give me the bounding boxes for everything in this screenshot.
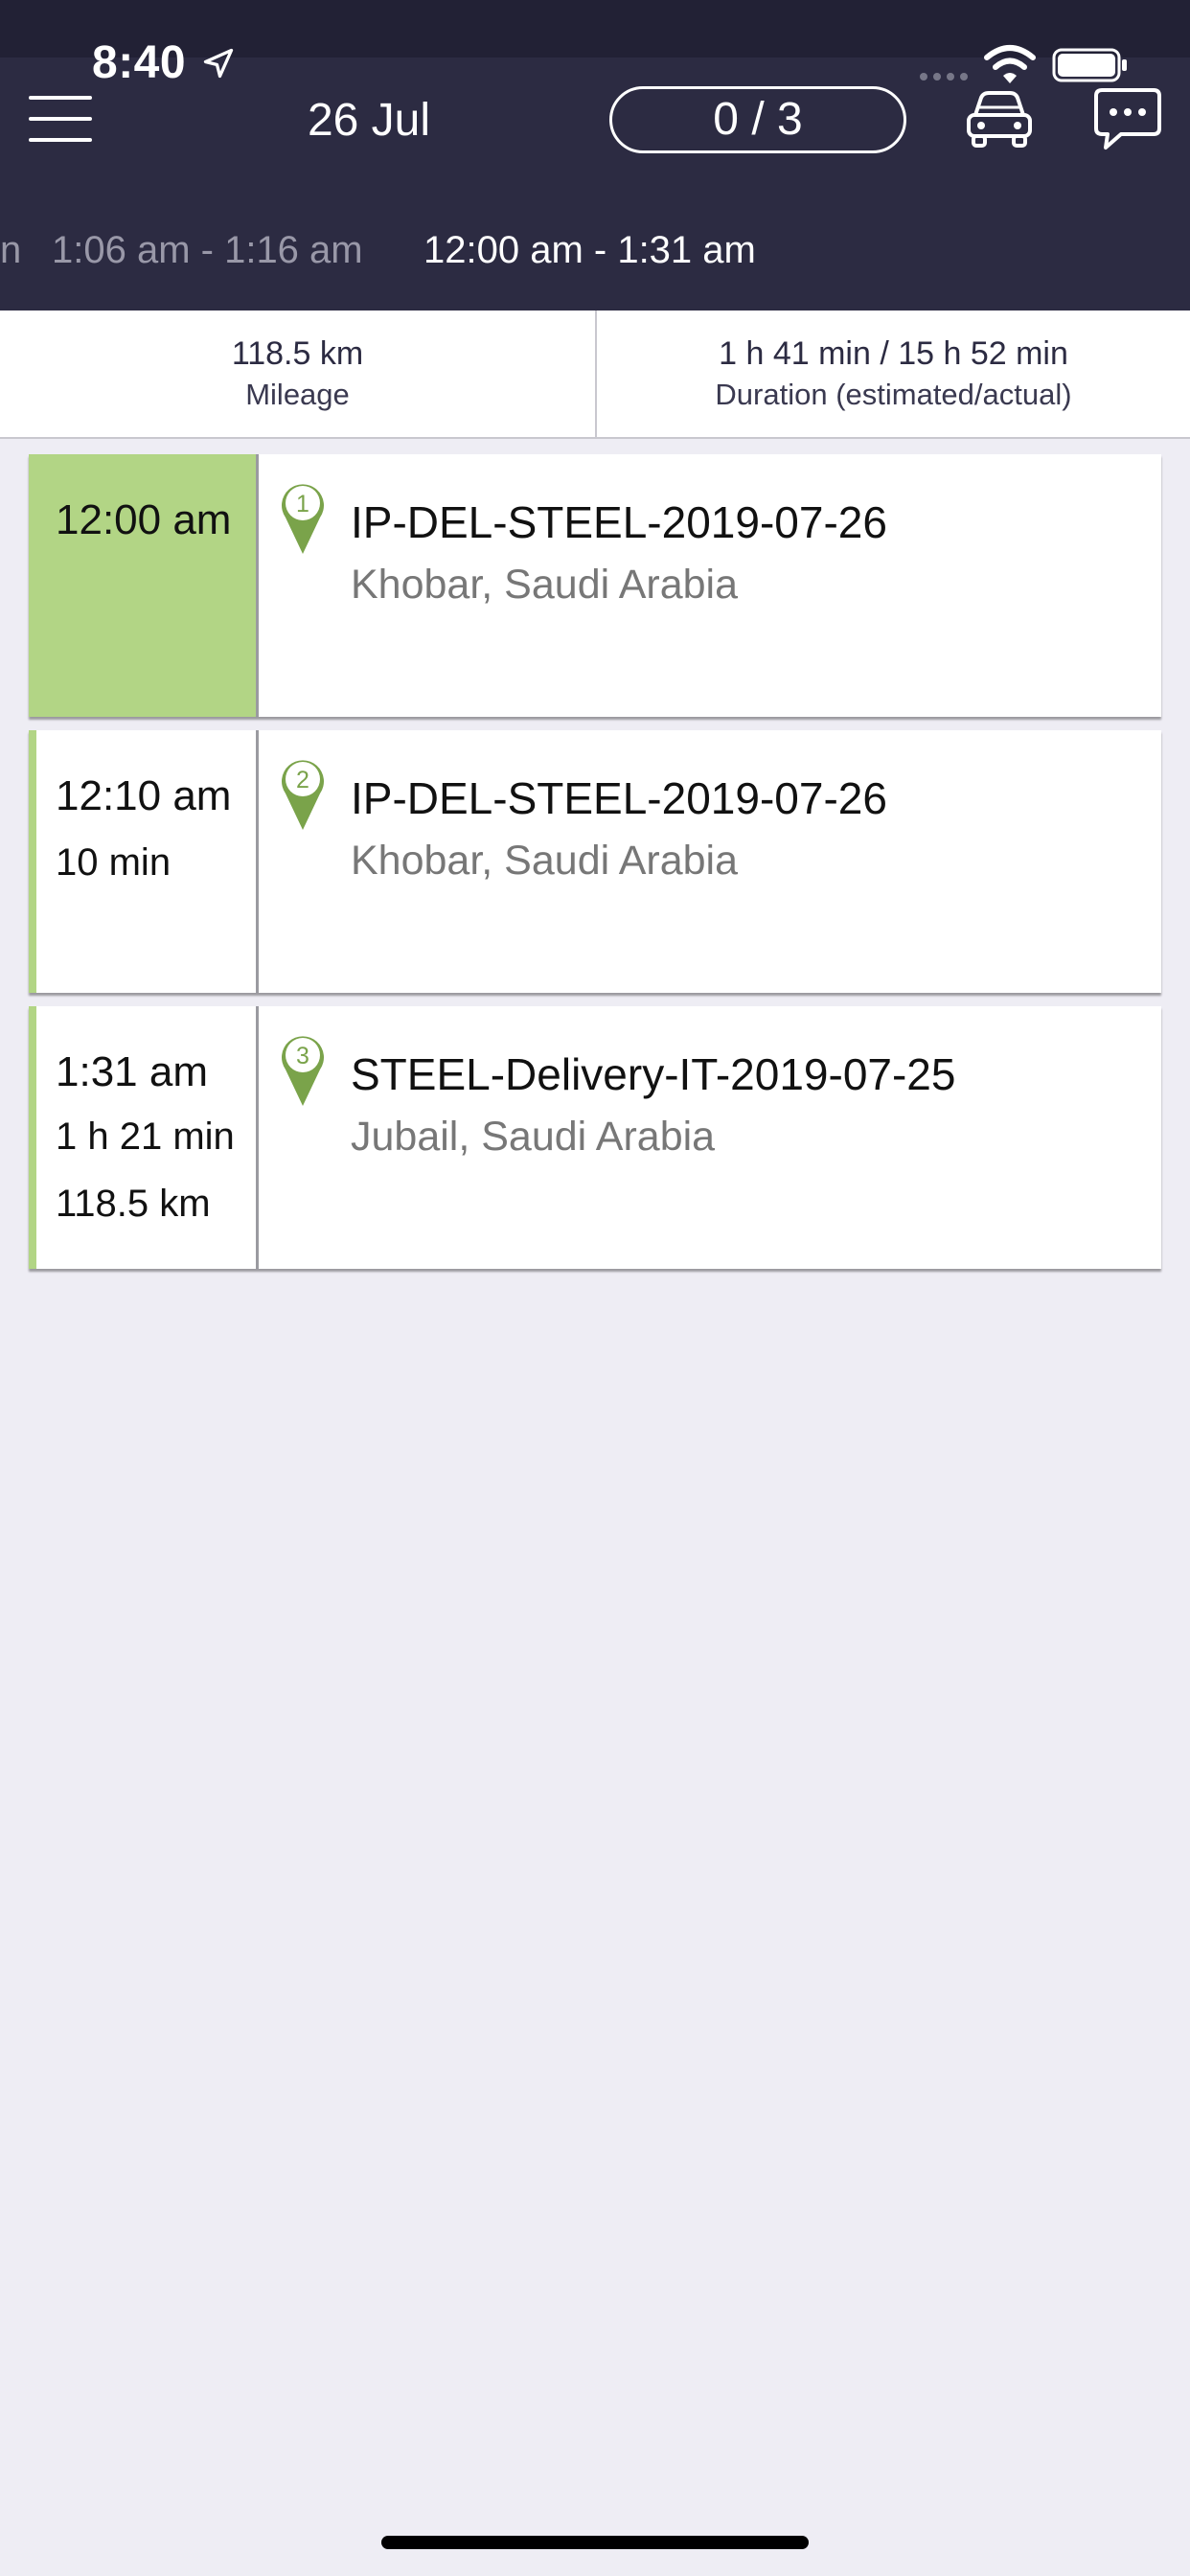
stop-address: Khobar, Saudi Arabia bbox=[351, 562, 739, 608]
stop-address: Jubail, Saudi Arabia bbox=[351, 1114, 716, 1160]
stop-time-column: 1:31 am 1 h 21 min 118.5 km bbox=[29, 1006, 257, 1269]
stop-card[interactable]: 12:10 am 10 min 2 IP-DEL-STEEL-2019-07-2… bbox=[29, 730, 1161, 993]
duration-stat: 1 h 41 min / 15 h 52 min Duration (estim… bbox=[597, 310, 1190, 437]
stop-time-column: 12:10 am 10 min bbox=[29, 730, 257, 993]
map-pin-icon: 3 bbox=[282, 1036, 324, 1106]
status-time: 8:40 bbox=[92, 37, 187, 88]
stop-number: 3 bbox=[296, 1043, 309, 1070]
route-stats-bar: 118.5 km Mileage 1 h 41 min / 15 h 52 mi… bbox=[0, 310, 1190, 439]
mileage-stat: 118.5 km Mileage bbox=[0, 310, 595, 437]
app-header: 8:40 26 Jul 0 / 3 n 1:06 am - 1:16 am 12… bbox=[0, 0, 1190, 310]
divider bbox=[256, 454, 259, 717]
stop-arrival-time: 1:31 am bbox=[56, 1048, 208, 1095]
wifi-icon bbox=[984, 45, 1036, 83]
stop-time-column: 12:00 am bbox=[29, 454, 257, 717]
cellular-signal-icon bbox=[920, 73, 968, 80]
stop-number: 2 bbox=[296, 767, 309, 794]
stop-name: STEEL-Delivery-IT-2019-07-25 bbox=[351, 1049, 956, 1099]
chat-icon[interactable] bbox=[1092, 86, 1163, 153]
mileage-value: 118.5 km bbox=[231, 335, 364, 372]
map-pin-icon: 2 bbox=[282, 760, 324, 830]
divider bbox=[256, 730, 259, 993]
stop-arrival-time: 12:00 am bbox=[56, 496, 232, 543]
stop-card[interactable]: 1:31 am 1 h 21 min 118.5 km 3 STEEL-Deli… bbox=[29, 1006, 1161, 1269]
stop-progress-button[interactable]: 0 / 3 bbox=[609, 86, 906, 153]
stop-travel-duration: 1 h 21 min bbox=[56, 1116, 235, 1158]
stop-name: IP-DEL-STEEL-2019-07-26 bbox=[351, 773, 887, 823]
mileage-label: Mileage bbox=[245, 378, 350, 411]
stop-address: Khobar, Saudi Arabia bbox=[351, 838, 739, 884]
duration-value: 1 h 41 min / 15 h 52 min bbox=[719, 335, 1068, 372]
timeslot-tab[interactable]: 1:06 am - 1:16 am bbox=[52, 218, 363, 282]
home-indicator[interactable] bbox=[381, 2536, 809, 2549]
date-title: 26 Jul bbox=[307, 95, 431, 146]
timeslot-strip[interactable]: n 1:06 am - 1:16 am 12:00 am - 1:31 am bbox=[0, 218, 1190, 282]
stop-card[interactable]: 12:00 am 1 IP-DEL-STEEL-2019-07-26 Khoba… bbox=[29, 454, 1161, 717]
stop-number: 1 bbox=[296, 491, 309, 518]
duration-label: Duration (estimated/actual) bbox=[715, 378, 1072, 411]
hamburger-menu-icon[interactable] bbox=[29, 92, 94, 146]
location-arrow-icon bbox=[203, 48, 234, 79]
stop-travel-duration: 10 min bbox=[56, 841, 172, 884]
car-icon[interactable] bbox=[964, 88, 1035, 150]
stop-travel-distance: 118.5 km bbox=[56, 1183, 211, 1225]
timeslot-tab-active[interactable]: 12:00 am - 1:31 am bbox=[423, 218, 756, 282]
divider bbox=[256, 1006, 259, 1269]
timeslot-tab[interactable]: n bbox=[0, 218, 21, 282]
stop-arrival-time: 12:10 am bbox=[56, 772, 232, 819]
map-pin-icon: 1 bbox=[282, 484, 324, 554]
stop-name: IP-DEL-STEEL-2019-07-26 bbox=[351, 497, 887, 547]
battery-icon bbox=[1052, 48, 1127, 82]
